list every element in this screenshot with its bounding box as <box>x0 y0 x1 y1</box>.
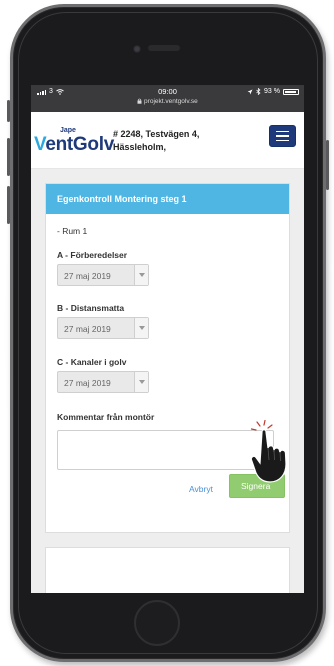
card-title: Egenkontroll Montering steg 1 <box>46 184 289 214</box>
bluetooth-icon <box>256 88 261 95</box>
lock-icon <box>137 98 142 104</box>
section-a-date-value: 27 maj 2019 <box>64 271 111 281</box>
section-a-date-picker[interactable]: 27 maj 2019 <box>57 264 149 286</box>
chevron-down-icon[interactable] <box>134 265 148 285</box>
volume-down-button <box>7 186 10 224</box>
home-button[interactable] <box>134 600 180 646</box>
section-c-date-picker[interactable]: 27 maj 2019 <box>57 371 149 393</box>
section-a-label: A - Förberedelser <box>57 250 128 260</box>
section-c-label: C - Kanaler i golv <box>57 357 127 367</box>
logo-jape-text: Jape <box>60 127 76 134</box>
battery-percent: 93 % <box>264 88 280 95</box>
status-bar: 3 09:00 projekt.ventgolv.se 93 % <box>31 85 304 112</box>
phone-screen: 3 09:00 projekt.ventgolv.se 93 % Jape Ve… <box>31 85 304 593</box>
comment-label: Kommentar från montör <box>57 412 155 422</box>
chevron-down-icon[interactable] <box>134 318 148 338</box>
front-camera <box>133 45 141 53</box>
comment-textarea[interactable] <box>57 430 274 470</box>
next-card <box>45 547 290 593</box>
chevron-down-icon[interactable] <box>134 372 148 392</box>
cancel-link[interactable]: Avbryt <box>189 484 213 494</box>
logo-v-letter: V <box>34 134 46 155</box>
main-content: Egenkontroll Montering steg 1 - Rum 1 A … <box>31 169 304 593</box>
section-b-date-picker[interactable]: 27 maj 2019 <box>57 317 149 339</box>
address-line-1: # 2248, Testvägen 4, <box>113 129 200 139</box>
power-button <box>326 140 329 190</box>
project-address: # 2248, Testvägen 4, Hässleholm, <box>113 128 199 154</box>
site-header: Jape VentGolv # 2248, Testvägen 4, Hässl… <box>31 112 304 169</box>
location-icon <box>247 89 253 94</box>
address-bar[interactable]: projekt.ventgolv.se <box>31 98 304 105</box>
logo-rest: entGolv <box>45 134 114 155</box>
section-b-date-value: 27 maj 2019 <box>64 324 111 334</box>
hand-pointer-icon <box>250 420 287 483</box>
earpiece-speaker <box>148 45 180 51</box>
status-right: 93 % <box>247 88 299 95</box>
room-label: - Rum 1 <box>57 226 88 236</box>
section-b-label: B - Distansmatta <box>57 303 125 313</box>
menu-icon[interactable] <box>269 125 296 147</box>
volume-up-button <box>7 138 10 176</box>
url-text: projekt.ventgolv.se <box>144 98 198 105</box>
section-c-date-value: 27 maj 2019 <box>64 378 111 388</box>
address-line-2: Hässleholm, <box>113 142 167 152</box>
logo-wordmark: VentGolv <box>34 134 114 156</box>
ventgolv-logo[interactable]: Jape VentGolv <box>34 127 114 159</box>
battery-icon <box>283 88 299 95</box>
mute-switch <box>7 100 10 122</box>
